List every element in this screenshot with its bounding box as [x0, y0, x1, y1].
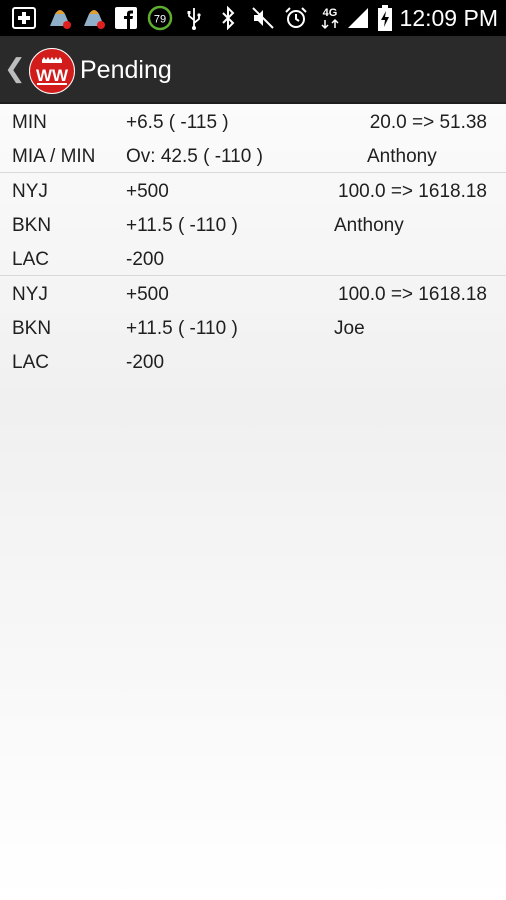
team-label: NYJ [12, 284, 48, 305]
status-bar: 79 4G 12:09 PM [0, 0, 506, 36]
team-label: LAC [12, 249, 49, 270]
battery-charging-icon [375, 5, 395, 31]
page-title: Pending [80, 56, 172, 84]
line-odds: -200 [126, 249, 165, 270]
line-odds: +11.5 ( -110 ) [126, 215, 238, 236]
line-odds: Ov: 42.5 ( -110 ) [126, 146, 263, 167]
bet-row: BKN +11.5 ( -110 ) Anthony [0, 207, 506, 241]
bet-row: MIN +6.5 ( -115 ) 20.0 => 51.38 [0, 104, 506, 138]
bet-item[interactable]: MIN +6.5 ( -115 ) 20.0 => 51.38 MIA / MI… [0, 104, 506, 173]
bettor-name: Joe [334, 318, 365, 339]
logo-text: WW [36, 66, 69, 85]
battery-level-text: 79 [154, 14, 166, 26]
line-odds: -200 [126, 352, 165, 373]
line-odds: +500 [126, 284, 169, 305]
action-bar: ❮ WW Pending [0, 36, 506, 104]
ww-logo-icon[interactable]: WW [29, 48, 75, 94]
team-label: BKN [12, 318, 52, 339]
bet-row: NYJ +500 100.0 => 1618.18 [0, 173, 506, 207]
app-notification-icon [46, 5, 74, 31]
bluetooth-icon [218, 5, 238, 31]
back-chevron-icon[interactable]: ❮ [4, 54, 26, 84]
battery-circle-icon: 79 [146, 5, 174, 31]
pending-bets-list: MIN +6.5 ( -115 ) 20.0 => 51.38 MIA / MI… [0, 104, 506, 378]
bettor-name: Anthony [367, 146, 437, 167]
signal-icon [345, 5, 371, 31]
bet-row: LAC -200 [0, 344, 506, 378]
bet-item[interactable]: NYJ +500 100.0 => 1618.18 BKN +11.5 ( -1… [0, 173, 506, 276]
bettor-name: Anthony [334, 215, 404, 236]
line-odds: +11.5 ( -110 ) [126, 318, 238, 339]
team-label: MIN [12, 112, 47, 133]
line-odds: +500 [126, 181, 169, 202]
bet-item[interactable]: NYJ +500 100.0 => 1618.18 BKN +11.5 ( -1… [0, 276, 506, 378]
bet-row: MIA / MIN Ov: 42.5 ( -110 ) Anthony [0, 138, 506, 172]
risk-payout: 20.0 => 51.38 [369, 112, 487, 133]
team-label: LAC [12, 352, 49, 373]
facebook-icon [114, 5, 138, 31]
app-notification-icon [80, 5, 108, 31]
team-label: MIA / MIN [12, 146, 96, 167]
team-label: BKN [12, 215, 52, 236]
usb-icon [184, 5, 204, 31]
line-odds: +6.5 ( -115 ) [126, 112, 229, 133]
risk-payout: 100.0 => 1618.18 [338, 284, 487, 305]
alarm-icon [283, 5, 309, 31]
bet-row: NYJ +500 100.0 => 1618.18 [0, 276, 506, 310]
mute-icon [250, 5, 276, 31]
team-label: NYJ [12, 181, 48, 202]
bet-row: LAC -200 [0, 241, 506, 275]
risk-payout: 100.0 => 1618.18 [338, 181, 487, 202]
status-time: 12:09 PM [399, 5, 498, 31]
notification-badge-icon [10, 5, 38, 31]
network-4g-icon: 4G [316, 5, 344, 31]
bet-row: BKN +11.5 ( -110 ) Joe [0, 310, 506, 344]
network-4g-text: 4G [323, 7, 338, 19]
